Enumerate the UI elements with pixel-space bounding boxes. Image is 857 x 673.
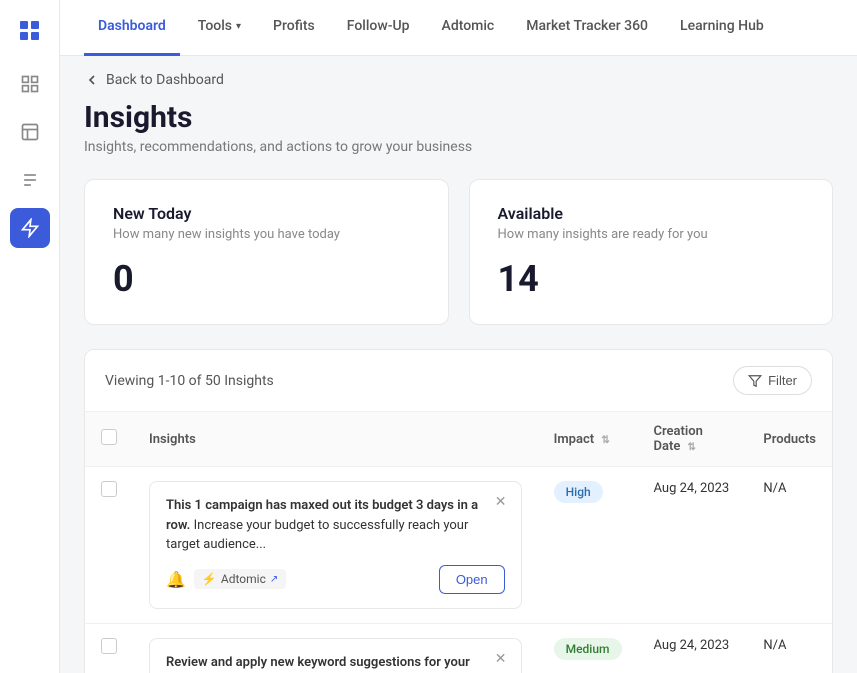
sidebar-icon-insights[interactable] — [10, 208, 50, 248]
row1-insight-text: This 1 campaign has maxed out its budget… — [166, 496, 505, 555]
col-products: Products — [747, 412, 832, 467]
sidebar-icon-layout[interactable] — [10, 112, 50, 152]
nav-tools[interactable]: Tools ▾ — [184, 0, 255, 56]
row1-checkbox[interactable] — [101, 481, 117, 497]
sidebar-icon-dashboard[interactable] — [10, 64, 50, 104]
row2-insight-bold: Review and apply new keyword suggestions… — [166, 655, 470, 673]
row1-impact-badge: High — [554, 481, 603, 503]
row1-date-cell: Aug 24, 2023 — [638, 467, 748, 624]
row2-impact-cell: Medium — [538, 623, 638, 673]
stat-new-today-title: New Today — [113, 204, 420, 223]
filter-icon — [748, 374, 762, 388]
row2-checkbox-cell — [85, 623, 133, 673]
row1-insight-rest: Increase your budget to successfully rea… — [166, 518, 468, 553]
main-area: Dashboard Tools ▾ Profits Follow-Up Adto… — [60, 0, 857, 673]
sidebar-icon-tools[interactable] — [10, 160, 50, 200]
insights-table: Insights Impact ⇅ Creation Date ⇅ Produc… — [85, 412, 832, 673]
row2-checkbox[interactable] — [101, 638, 117, 654]
viewing-text: Viewing 1-10 of 50 Insights — [105, 373, 274, 389]
nav-followup[interactable]: Follow-Up — [333, 0, 424, 56]
stat-new-today-desc: How many new insights you have today — [113, 227, 420, 242]
nav-profits[interactable]: Profits — [259, 0, 329, 56]
table-row: ✕ This 1 campaign has maxed out its budg… — [85, 467, 832, 624]
nav-markettracker[interactable]: Market Tracker 360 — [512, 0, 662, 56]
table-header-row: Insights Impact ⇅ Creation Date ⇅ Produc… — [85, 412, 832, 467]
row1-open-button[interactable]: Open — [439, 565, 505, 594]
row2-insight-cell: ✕ Review and apply new keyword suggestio… — [133, 623, 538, 673]
row1-tag-label: Adtomic — [221, 572, 266, 586]
nav-learninghub[interactable]: Learning Hub — [666, 0, 778, 56]
stat-card-new-today: New Today How many new insights you have… — [84, 179, 449, 325]
stats-row: New Today How many new insights you have… — [84, 179, 833, 325]
insights-table-section: Viewing 1-10 of 50 Insights Filter — [84, 349, 833, 673]
table-row: ✕ Review and apply new keyword suggestio… — [85, 623, 832, 673]
stat-available-title: Available — [498, 204, 805, 223]
page-title: Insights — [84, 100, 833, 135]
row2-date-cell: Aug 24, 2023 — [638, 623, 748, 673]
stat-card-available: Available How many insights are ready fo… — [469, 179, 834, 325]
app-logo[interactable] — [12, 12, 48, 48]
col-impact[interactable]: Impact ⇅ — [538, 412, 638, 467]
row1-card-footer: 🔔 ⚡ Adtomic ↗ Open — [166, 565, 505, 594]
col-impact-label: Impact — [554, 432, 594, 447]
row1-tag[interactable]: ⚡ Adtomic ↗ — [194, 569, 286, 589]
table-header: Viewing 1-10 of 50 Insights Filter — [85, 350, 832, 412]
row1-checkbox-cell — [85, 467, 133, 624]
sidebar — [0, 0, 60, 673]
row1-products-cell: N/A — [747, 467, 832, 624]
nav-dashboard[interactable]: Dashboard — [84, 0, 180, 56]
col-insights-label: Insights — [149, 432, 196, 447]
col-checkbox — [85, 412, 133, 467]
impact-sort-icon: ⇅ — [601, 435, 609, 446]
row2-products-cell: N/A — [747, 623, 832, 673]
row1-tag-arrow: ↗ — [270, 574, 278, 585]
row2-insight-text: Review and apply new keyword suggestions… — [166, 653, 505, 673]
col-insights: Insights — [133, 412, 538, 467]
stat-available-value: 14 — [498, 258, 805, 300]
row1-insight-card: ✕ This 1 campaign has maxed out its budg… — [149, 481, 522, 609]
back-to-dashboard-link[interactable]: Back to Dashboard — [84, 56, 833, 100]
row2-impact-badge: Medium — [554, 638, 622, 660]
select-all-checkbox[interactable] — [101, 429, 117, 445]
nav-adtomic[interactable]: Adtomic — [428, 0, 509, 56]
row1-close-button[interactable]: ✕ — [491, 492, 511, 512]
back-to-dashboard-label: Back to Dashboard — [106, 72, 224, 88]
row2-insight-card: ✕ Review and apply new keyword suggestio… — [149, 638, 522, 673]
page-subtitle: Insights, recommendations, and actions t… — [84, 139, 833, 155]
col-products-label: Products — [763, 432, 816, 447]
content-area: Back to Dashboard Insights Insights, rec… — [60, 56, 857, 673]
stat-new-today-value: 0 — [113, 258, 420, 300]
row2-close-button[interactable]: ✕ — [491, 649, 511, 669]
row1-insight-cell: ✕ This 1 campaign has maxed out its budg… — [133, 467, 538, 624]
topnav: Dashboard Tools ▾ Profits Follow-Up Adto… — [60, 0, 857, 56]
tools-dropdown-arrow: ▾ — [236, 21, 241, 32]
creation-date-sort-icon: ⇅ — [688, 442, 696, 453]
filter-button[interactable]: Filter — [733, 366, 812, 395]
row1-alert-icon: 🔔 — [166, 570, 186, 589]
back-arrow-icon — [84, 72, 100, 88]
col-creation-date[interactable]: Creation Date ⇅ — [638, 412, 748, 467]
row1-tag-icon: ⚡ — [202, 572, 217, 586]
filter-label: Filter — [768, 373, 797, 388]
row1-impact-cell: High — [538, 467, 638, 624]
stat-available-desc: How many insights are ready for you — [498, 227, 805, 242]
